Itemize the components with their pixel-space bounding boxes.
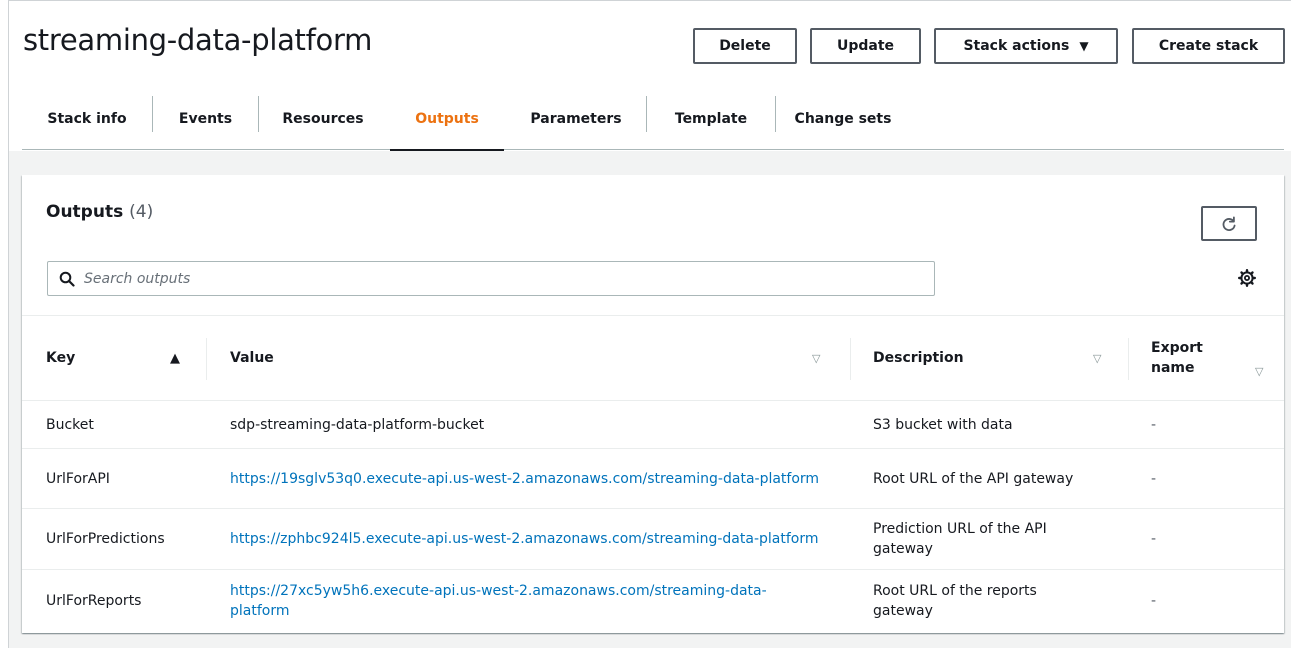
cell-value: https://zphbc924l5.execute-api.us-west-2…	[230, 509, 840, 569]
page-title: streaming-data-platform	[23, 23, 373, 57]
caret-down-icon: ▼	[1079, 39, 1089, 53]
column-key-label: Key	[46, 350, 76, 366]
cell-description: Root URL of the reports gateway	[873, 582, 1037, 619]
search-input[interactable]	[84, 270, 904, 287]
tab-resources[interactable]: Resources	[259, 88, 387, 150]
search-field[interactable]	[47, 261, 935, 296]
stack-actions-button[interactable]: Stack actions ▼	[934, 28, 1118, 64]
gear-icon	[1238, 269, 1256, 287]
refresh-icon	[1222, 216, 1236, 231]
update-button[interactable]: Update	[810, 28, 921, 64]
sort-icon: ▽	[812, 351, 821, 365]
tab-outputs[interactable]: Outputs	[390, 88, 504, 151]
column-separator	[850, 338, 851, 380]
cell-description: Root URL of the API gateway	[873, 470, 1074, 487]
refresh-button[interactable]	[1201, 206, 1257, 241]
column-export-label-line2: name	[1151, 360, 1195, 376]
column-export-label: Export name	[1151, 338, 1203, 378]
cell-key: UrlForReports	[46, 592, 142, 609]
tab-bar: Stack info Events Resources Outputs Para…	[22, 88, 1284, 151]
cell-value: sdp-streaming-data-platform-bucket	[230, 416, 485, 433]
sort-icon: ▽	[1255, 365, 1264, 378]
column-header-export-name[interactable]: Export name ▽	[1151, 316, 1271, 400]
cell-value: https://27xc5yw5h6.execute-api.us-west-2…	[230, 570, 800, 631]
create-stack-button[interactable]: Create stack	[1132, 28, 1285, 64]
column-separator	[206, 338, 207, 380]
tab-parameters[interactable]: Parameters	[506, 88, 646, 150]
column-header-description[interactable]: Description ▽	[873, 316, 1113, 400]
cell-export-name: -	[1151, 592, 1157, 609]
outputs-title: Outputs	[46, 202, 124, 222]
output-value-link[interactable]: https://27xc5yw5h6.execute-api.us-west-2…	[230, 581, 800, 621]
column-value-label: Value	[230, 350, 274, 366]
table-header: Key ▲ Value ▽ Description ▽ Export name …	[22, 315, 1284, 401]
tab-events[interactable]: Events	[153, 88, 258, 150]
column-export-label-line1: Export	[1151, 340, 1203, 356]
delete-button[interactable]: Delete	[693, 28, 797, 64]
cell-description: Prediction URL of the API gateway	[873, 521, 1047, 557]
cell-key: UrlForAPI	[46, 470, 110, 487]
outputs-card: Outputs (4) Search outputs Key ▲ Value ▽…	[22, 175, 1284, 633]
cell-export-name: -	[1151, 470, 1157, 487]
cell-key: Bucket	[46, 416, 94, 433]
cell-export-name: -	[1151, 416, 1157, 433]
column-description-label: Description	[873, 350, 964, 366]
cell-description: S3 bucket with data	[873, 416, 1013, 433]
output-value-link[interactable]: https://zphbc924l5.execute-api.us-west-2…	[230, 529, 819, 549]
table-row: Bucket sdp-streaming-data-platform-bucke…	[22, 401, 1284, 449]
cell-key: UrlForPredictions	[46, 531, 165, 547]
sort-icon: ▽	[1093, 351, 1102, 365]
cell-value: https://19sglv53q0.execute-api.us-west-2…	[230, 449, 840, 508]
frame-border-top	[8, 0, 1291, 1]
output-value-link[interactable]: https://19sglv53q0.execute-api.us-west-2…	[230, 469, 819, 489]
tab-template[interactable]: Template	[647, 88, 775, 150]
cell-export-name: -	[1151, 531, 1157, 547]
tab-stack-info[interactable]: Stack info	[22, 88, 152, 150]
table-row: UrlForAPI https://19sglv53q0.execute-api…	[22, 449, 1284, 509]
search-icon	[58, 270, 76, 288]
column-header-value[interactable]: Value ▽	[230, 316, 850, 400]
outputs-heading: Outputs (4)	[46, 202, 153, 222]
table-row: UrlForReports https://27xc5yw5h6.execute…	[22, 570, 1284, 631]
outputs-count: (4)	[129, 202, 154, 222]
tab-change-sets[interactable]: Change sets	[776, 88, 910, 150]
sort-ascending-icon: ▲	[170, 350, 180, 366]
stack-actions-label: Stack actions	[963, 38, 1070, 54]
column-separator	[1128, 338, 1129, 380]
preferences-button[interactable]	[1236, 267, 1258, 289]
table-row: UrlForPredictions https://zphbc924l5.exe…	[22, 509, 1284, 570]
column-header-key[interactable]: Key ▲	[46, 316, 206, 400]
